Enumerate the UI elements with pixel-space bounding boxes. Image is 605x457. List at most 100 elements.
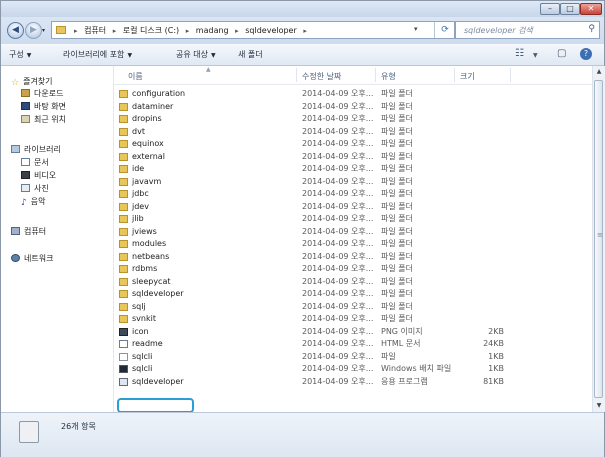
help-icon[interactable]: ? [580,48,592,60]
file-size: 2KB [488,326,504,336]
table-row[interactable]: dvt 2014-04-09 오후... 파일 폴더 [114,126,592,138]
table-row[interactable]: icon 2014-04-09 오후... PNG 이미지 2KB [114,326,592,338]
view-options-icon[interactable]: ☷ [515,48,524,59]
breadcrumb-chevron-icon[interactable]: ▸ [303,27,307,35]
column-divider[interactable] [296,68,297,82]
file-name: sqlcli [132,364,153,373]
table-row[interactable]: sqldeveloper 2014-04-09 오후... 파일 폴더 [114,288,592,300]
close-button[interactable]: ✕ [580,3,602,15]
folder-icon [119,165,128,173]
file-name: sqldeveloper [132,289,184,298]
table-row[interactable]: external 2014-04-09 오후... 파일 폴더 [114,151,592,163]
column-divider[interactable] [375,68,376,82]
table-row[interactable]: ide 2014-04-09 오후... 파일 폴더 [114,163,592,175]
preview-pane-icon[interactable]: ▢ [557,48,566,59]
file-name: modules [132,239,167,248]
sidebar-item-recent-places[interactable]: 최근 위치 [21,114,66,125]
breadcrumb-sqldeveloper[interactable]: sqldeveloper [245,26,297,35]
sidebar-item-pictures[interactable]: 사진 [21,183,49,194]
folder-icon [119,190,128,198]
sidebar-item-favorites[interactable]: ☆ 즐겨찾기 [11,76,53,88]
table-row[interactable]: dropins 2014-04-09 오후... 파일 폴더 [114,113,592,125]
table-row[interactable]: jviews 2014-04-09 오후... 파일 폴더 [114,226,592,238]
breadcrumb-madang[interactable]: madang [196,26,229,35]
scroll-up-icon[interactable]: ▲ [593,66,605,78]
details-pane: 26개 항목 [1,412,604,457]
scrollbar-thumb[interactable]: ≡ [594,80,603,398]
computer-icon [11,227,20,235]
file-type: 파일 폴더 [381,251,413,261]
breadcrumb-computer[interactable]: 컴퓨터 [84,26,106,35]
column-header-size[interactable]: 크기 [460,71,475,82]
column-header-row: 이름 ▲ 수정한 날짜 유형 크기 [114,66,592,85]
table-row[interactable]: equinox 2014-04-09 오후... 파일 폴더 [114,138,592,150]
table-row[interactable]: configuration 2014-04-09 오후... 파일 폴더 [114,88,592,100]
new-folder-button[interactable]: 새 폴더 [238,49,263,60]
table-row[interactable]: sqldeveloper 2014-04-09 오후... 응용 프로그램 81KB [114,376,592,388]
table-row[interactable]: jlib 2014-04-09 오후... 파일 폴더 [114,213,592,225]
file-type: Windows 배치 파일 [381,364,452,373]
file-type: 응용 프로그램 [381,376,428,386]
sidebar-item-computer[interactable]: 컴퓨터 [11,226,46,237]
file-name: jlib [132,214,144,223]
table-row[interactable]: rdbms 2014-04-09 오후... 파일 폴더 [114,263,592,275]
table-row[interactable]: readme 2014-04-09 오후... HTML 문서 24KB [114,338,592,350]
file-icon [119,352,128,361]
column-header-type[interactable]: 유형 [381,71,396,82]
documents-icon [21,158,30,166]
file-date: 2014-04-09 오후... [302,226,374,236]
back-button[interactable]: ◀ [7,22,24,39]
table-row[interactable]: sleepycat 2014-04-09 오후... 파일 폴더 [114,276,592,288]
table-row[interactable]: modules 2014-04-09 오후... 파일 폴더 [114,238,592,250]
item-count: 26개 항목 [61,422,96,431]
minimize-button[interactable]: – [540,3,560,15]
table-row[interactable]: netbeans 2014-04-09 오후... 파일 폴더 [114,251,592,263]
search-input[interactable]: sqldeveloper 검색 [464,25,533,36]
file-size: 24KB [483,339,504,348]
maximize-button[interactable]: □ [560,3,580,15]
file-name: equinox [132,139,164,148]
table-row[interactable]: sqlcli 2014-04-09 오후... Windows 배치 파일 1KB [114,363,592,375]
sidebar-item-desktop[interactable]: 바탕 화면 [21,101,66,112]
table-row[interactable]: svnkit 2014-04-09 오후... 파일 폴더 [114,313,592,325]
table-row[interactable]: sqlcli 2014-04-09 오후... 파일 1KB [114,351,592,363]
forward-button[interactable]: ▶ [25,22,42,39]
organize-button[interactable]: 구성 ▼ [9,49,31,60]
sidebar-item-libraries[interactable]: 라이브러리 [11,144,61,155]
table-row[interactable]: javavm 2014-04-09 오후... 파일 폴더 [114,176,592,188]
share-with-button[interactable]: 공유 대상 ▼ [176,49,216,60]
file-name: jdev [132,201,149,211]
sidebar-item-network[interactable]: 네트워크 [11,253,53,264]
breadcrumb-local-disk[interactable]: 로컬 디스크 (C:) [123,26,179,35]
address-bar[interactable]: ▸ 컴퓨터 ▸ 로컬 디스크 (C:) ▸ madang ▸ sqldevelo… [51,21,455,39]
breadcrumb-chevron-icon[interactable]: ▸ [235,27,239,35]
table-row[interactable]: jdbc 2014-04-09 오후... 파일 폴더 [114,188,592,200]
search-box[interactable]: sqldeveloper 검색 ⚲ [455,21,600,39]
refresh-icon[interactable]: ⟳ [434,22,455,38]
breadcrumb-chevron-icon[interactable]: ▸ [74,27,78,35]
scroll-down-icon[interactable]: ▼ [593,400,605,412]
organize-label: 구성 [9,50,24,59]
column-divider[interactable] [454,68,455,82]
file-name: sqlcli [132,351,153,361]
sidebar-item-downloads[interactable]: 다운로드 [21,88,63,99]
column-divider[interactable] [510,68,511,82]
chevron-down-icon[interactable]: ▼ [533,52,538,59]
recent-pages-dropdown[interactable]: ▾ [42,27,45,34]
column-header-name[interactable]: 이름 [128,71,143,82]
sidebar-item-documents[interactable]: 문서 [21,157,49,168]
search-icon[interactable]: ⚲ [588,24,595,34]
column-header-date[interactable]: 수정한 날짜 [302,71,341,82]
table-row[interactable]: dataminer 2014-04-09 오후... 파일 폴더 [114,101,592,113]
table-row[interactable]: sqlj 2014-04-09 오후... 파일 폴더 [114,301,592,313]
file-date: 2014-04-09 오후... [302,214,374,223]
breadcrumb-chevron-icon[interactable]: ▸ [186,27,190,35]
include-in-library-button[interactable]: 라이브러리에 포함 ▼ [63,49,132,60]
table-row[interactable]: jdev 2014-04-09 오후... 파일 폴더 [114,201,592,213]
sidebar-item-videos[interactable]: 비디오 [21,170,56,181]
sidebar-item-music[interactable]: ♪ 음악 [21,196,45,208]
breadcrumb-chevron-icon[interactable]: ▸ [113,27,117,35]
file-type: 파일 폴더 [381,114,413,123]
vertical-scrollbar[interactable]: ▲ ≡ ▼ [592,66,605,412]
address-dropdown-icon[interactable]: ▾ [414,25,418,33]
